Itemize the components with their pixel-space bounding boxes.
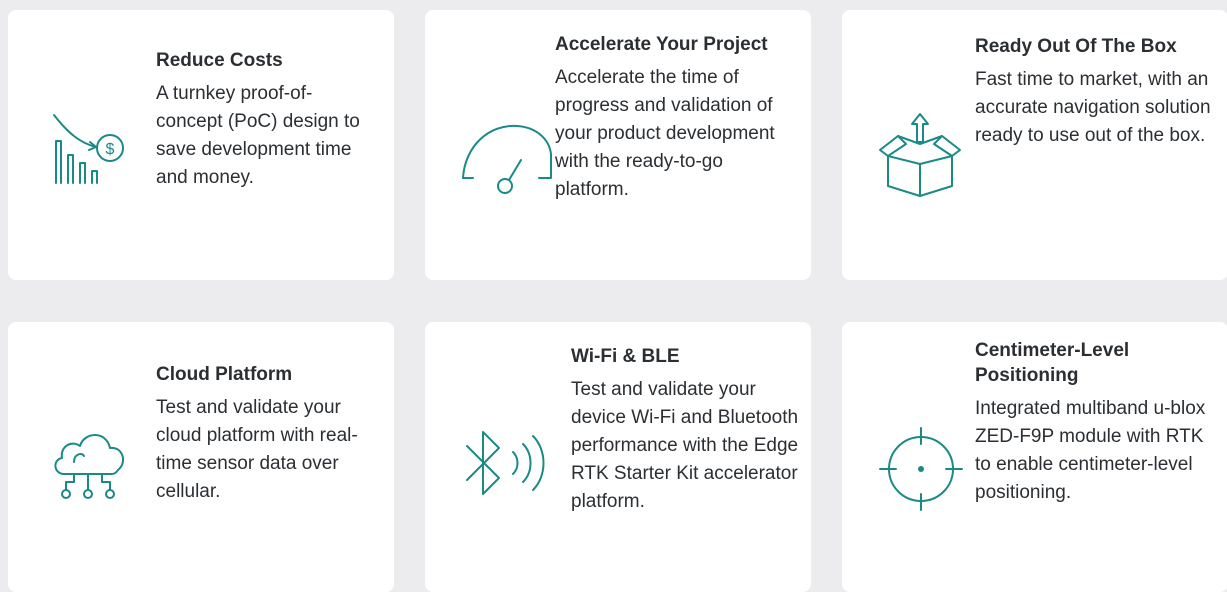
card-text: Cloud Platform Test and validate your cl…	[156, 362, 378, 506]
card-description: A turnkey proof-of-concept (PoC) design …	[156, 83, 360, 188]
card-title: Centimeter-Level Positioning	[975, 340, 1130, 386]
speedometer-icon	[459, 116, 555, 204]
card-text: Wi-Fi & BLE Test and validate your devic…	[571, 344, 801, 516]
card-text: Accelerate Your Project Accelerate the t…	[555, 32, 795, 204]
feature-card-cloud-platform: Cloud Platform Test and validate your cl…	[8, 322, 394, 592]
card-description: Test and validate your cloud platform wi…	[156, 397, 358, 502]
feature-card-accelerate-project: Accelerate Your Project Accelerate the t…	[425, 10, 811, 280]
feature-card-centimeter-positioning: Centimeter-Level Positioning Integrated …	[842, 322, 1227, 592]
feature-card-reduce-costs: $ Reduce Costs A turnkey proof-of-concep…	[8, 10, 394, 280]
crosshair-target-icon	[876, 424, 966, 514]
card-title: Cloud Platform	[156, 364, 293, 385]
card-text: Ready Out Of The Box Fast time to market…	[975, 34, 1211, 150]
card-text: Centimeter-Level Positioning Integrated …	[975, 338, 1211, 507]
card-description: Integrated multiband u-blox ZED-F9P modu…	[975, 398, 1206, 503]
card-title: Reduce Costs	[156, 50, 283, 71]
cost-chart-dollar-icon: $	[48, 103, 132, 195]
card-description: Test and validate your device Wi-Fi and …	[571, 379, 799, 512]
card-title: Wi-Fi & BLE	[571, 346, 680, 367]
card-title: Ready Out Of The Box	[975, 36, 1177, 57]
cloud-network-icon	[48, 418, 132, 506]
card-description: Fast time to market, with an accurate na…	[975, 69, 1211, 146]
svg-text:$: $	[106, 141, 115, 158]
card-description: Accelerate the time of progress and vali…	[555, 67, 775, 200]
card-title: Accelerate Your Project	[555, 34, 768, 55]
feature-card-ready-out-of-box: Ready Out Of The Box Fast time to market…	[842, 10, 1227, 280]
open-box-arrow-icon	[876, 106, 974, 202]
bluetooth-signal-icon	[459, 422, 551, 510]
feature-card-wifi-ble: Wi-Fi & BLE Test and validate your devic…	[425, 322, 811, 592]
card-text: Reduce Costs A turnkey proof-of-concept …	[156, 48, 374, 192]
